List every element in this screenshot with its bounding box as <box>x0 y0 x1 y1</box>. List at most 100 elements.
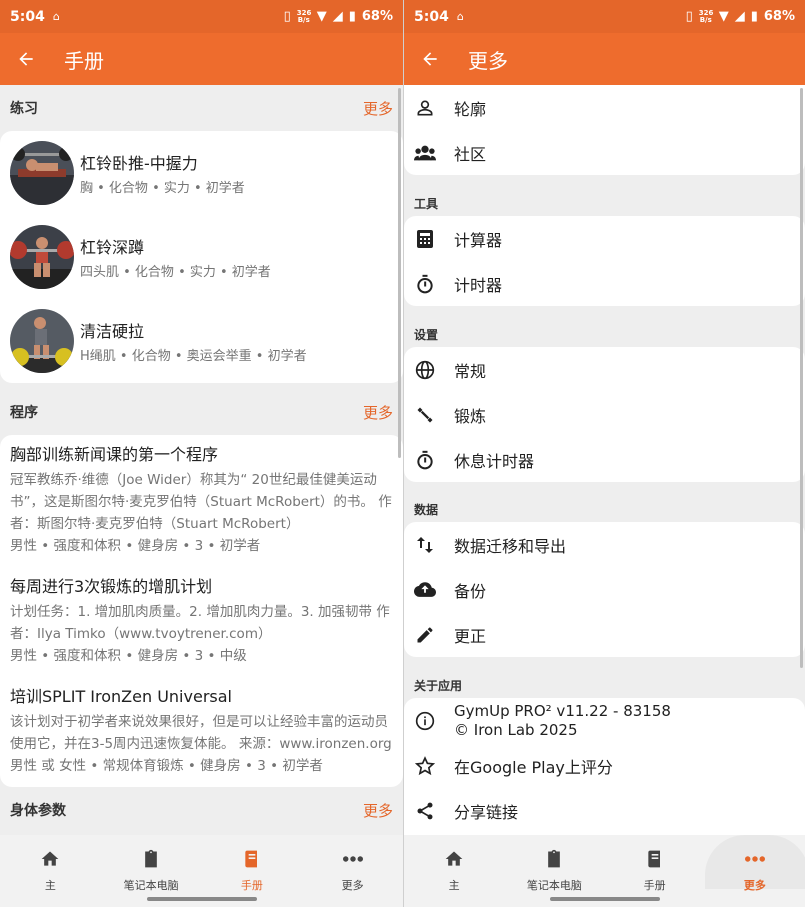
program-item[interactable]: 每周进行3次锻炼的增肌计划 计划任务：1. 增加肌肉质量。2. 增加肌肉力量。3… <box>0 567 403 677</box>
section-title: 身体参数 <box>10 803 66 819</box>
nav-home[interactable]: 主 <box>404 835 504 907</box>
program-item[interactable]: 培训SPLIT IronZen Universal 该计划对于初学者来说效果很好… <box>0 677 403 787</box>
people-icon <box>414 145 436 160</box>
network-speed: 326 B/s <box>296 8 312 24</box>
exercise-tags: 胸 • 化合物 • 实力 • 初学者 <box>80 181 245 196</box>
program-tags: 男性 • 强度和体积 • 健身房 • 3 • 初学者 <box>10 538 261 554</box>
cloud-upload-icon <box>414 581 436 597</box>
menu-item-share[interactable]: 分享链接 <box>404 788 805 833</box>
menu-label: 在Google Play上评分 <box>454 757 613 777</box>
menu-item-backup[interactable]: 备份 <box>404 567 805 612</box>
person-icon <box>417 99 433 115</box>
more-programs-link[interactable]: 更多 <box>363 402 393 423</box>
program-description: 冠军教练乔·维德（Joe Wider）称其为“ 20世纪最佳健美运动书”，这是斯… <box>10 472 392 532</box>
scrollbar[interactable] <box>398 88 401 458</box>
menu-label: 数据迁移和导出 <box>454 536 567 556</box>
more-dots-icon <box>342 856 363 862</box>
star-icon <box>415 755 435 775</box>
exercise-thumbnail <box>10 225 74 289</box>
arrow-left-icon <box>19 52 33 66</box>
app-copyright: © Iron Lab 2025 <box>454 720 578 739</box>
globe-icon <box>415 360 435 379</box>
info-icon <box>415 711 435 730</box>
menu-item-rate[interactable]: 在Google Play上评分 <box>404 743 805 788</box>
about-group: GymUp PRO² v11.22 - 83158 © Iron Lab 202… <box>404 698 805 835</box>
menu-label: 备份 <box>454 581 487 601</box>
section-title: 设置 <box>414 328 439 342</box>
exercise-item[interactable]: 杠铃深蹲 四头肌 • 化合物 • 实力 • 初学者 <box>0 215 403 299</box>
vibrate-icon: ▯ <box>283 9 291 24</box>
nav-label: 笔记本电脑 <box>123 879 179 892</box>
app-version: GymUp PRO² v11.22 - 83158 <box>454 701 671 720</box>
status-bar: 5:04 ⌂ ▯ 326 B/s ▼ ◢ ▮ 68% <box>404 0 805 33</box>
app-bar: 手册 <box>0 33 403 85</box>
exercise-item[interactable]: 杠铃卧推-中握力 胸 • 化合物 • 实力 • 初学者 <box>0 131 403 215</box>
gesture-bar[interactable] <box>549 897 660 901</box>
pencil-icon <box>417 627 433 642</box>
exercise-thumbnail <box>10 309 74 373</box>
program-tags: 男性 • 强度和体积 • 健身房 • 3 • 中级 <box>10 648 247 664</box>
exercise-item[interactable]: 清洁硬拉 H绳肌 • 化合物 • 奥运会举重 • 初学者 <box>0 299 403 383</box>
more-body-params-link[interactable]: 更多 <box>363 800 393 821</box>
more-dots-icon <box>744 856 765 862</box>
nav-label: 笔记本电脑 <box>526 879 582 892</box>
menu-item-profile[interactable]: 轮廓 <box>404 85 805 130</box>
menu-item-rest-timer[interactable]: 休息计时器 <box>404 437 805 482</box>
more-exercises-link[interactable]: 更多 <box>363 98 393 119</box>
nav-label: 更多 <box>743 879 766 892</box>
home-icon <box>42 851 59 866</box>
signal-icon: ◢ <box>332 9 343 24</box>
clipboard-icon <box>548 849 561 868</box>
page-title: 手册 <box>64 48 104 73</box>
section-title: 程序 <box>10 405 38 421</box>
status-time: 5:04 <box>414 8 449 25</box>
programs-header: 程序 更多 <box>0 389 403 435</box>
menu-item-data-export[interactable]: 数据迁移和导出 <box>404 522 805 567</box>
section-title: 关于应用 <box>414 679 463 693</box>
app-bar: 更多 <box>404 33 805 85</box>
dumbbell-icon <box>417 407 433 422</box>
menu-item-calculator[interactable]: 计算器 <box>404 216 805 261</box>
more-screen: 5:04 ⌂ ▯ 326 B/s ▼ ◢ ▮ 68% 更多 轮廓 社区 工具 计… <box>404 0 805 907</box>
programs-card: 胸部训练新闻课的第一个程序 冠军教练乔·维德（Joe Wider）称其为“ 20… <box>0 435 403 787</box>
exercises-card: 杠铃卧推-中握力 胸 • 化合物 • 实力 • 初学者 杠铃深蹲 四头肌 • 化… <box>0 131 403 383</box>
program-title: 培训SPLIT IronZen Universal <box>10 687 232 706</box>
app-version-info[interactable]: GymUp PRO² v11.22 - 83158 © Iron Lab 202… <box>404 698 805 743</box>
nav-more[interactable]: 更多 <box>302 835 403 907</box>
menu-label: 常规 <box>454 361 487 381</box>
vibrate-icon: ▯ <box>685 9 693 24</box>
exercise-tags: H绳肌 • 化合物 • 奥运会举重 • 初学者 <box>80 349 307 364</box>
menu-item-timer[interactable]: 计时器 <box>404 261 805 306</box>
exercise-title: 杠铃深蹲 <box>80 238 145 257</box>
handbook-content: 练习 更多 杠铃卧推-中握力 胸 • 化合物 • 实力 • 初学者 杠铃深蹲 四… <box>0 85 403 835</box>
program-item[interactable]: 胸部训练新闻课的第一个程序 冠军教练乔·维德（Joe Wider）称其为“ 20… <box>0 435 403 567</box>
exercise-title: 清洁硬拉 <box>80 322 145 341</box>
tools-group: 计算器 计时器 <box>404 216 805 306</box>
back-button[interactable] <box>0 33 52 85</box>
book-icon <box>647 850 660 868</box>
gesture-bar[interactable] <box>146 897 257 901</box>
nav-home[interactable]: 主 <box>0 835 101 907</box>
exercise-tags: 四头肌 • 化合物 • 实力 • 初学者 <box>80 265 271 280</box>
body-params-header: 身体参数 更多 <box>0 787 403 833</box>
nav-more[interactable]: 更多 <box>704 835 805 907</box>
scrollbar[interactable] <box>800 88 803 668</box>
menu-label: 轮廓 <box>454 99 487 119</box>
program-description: 计划任务：1. 增加肌肉质量。2. 增加肌肉力量。3. 加强韧带 作者：Ilya… <box>10 604 390 642</box>
section-title: 数据 <box>414 503 439 517</box>
more-content: 轮廓 社区 工具 计算器 计时器 设置 常规 锻炼 休息计时器 数据 数据迁移和… <box>404 85 805 835</box>
battery-icon: ▮ <box>750 9 758 24</box>
battery-percent: 68% <box>763 9 795 24</box>
share-icon <box>417 802 433 819</box>
menu-label: 锻炼 <box>454 406 487 426</box>
menu-item-community[interactable]: 社区 <box>404 130 805 175</box>
battery-percent: 68% <box>361 9 393 24</box>
network-speed: 326 B/s <box>698 8 714 24</box>
battery-icon: ▮ <box>348 9 356 24</box>
swap-vertical-icon <box>417 536 433 553</box>
exercise-title: 杠铃卧推-中握力 <box>80 154 198 173</box>
back-button[interactable] <box>404 33 456 85</box>
menu-item-correct[interactable]: 更正 <box>404 612 805 657</box>
menu-item-general[interactable]: 常规 <box>404 347 805 392</box>
menu-item-workout[interactable]: 锻炼 <box>404 392 805 437</box>
